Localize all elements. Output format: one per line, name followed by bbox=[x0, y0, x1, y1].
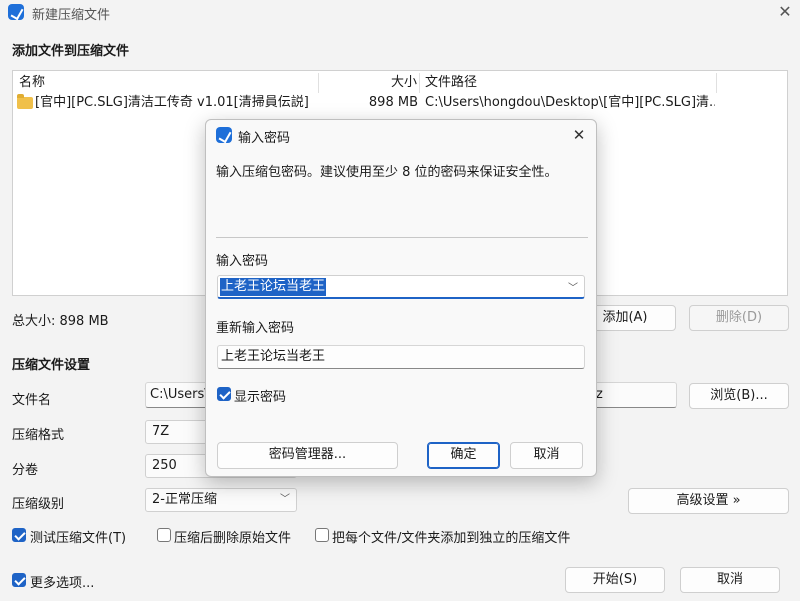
password-input[interactable]: 上老王论坛当老王 ﹀ bbox=[217, 275, 585, 299]
level-label: 压缩级别 bbox=[12, 497, 65, 512]
delete-after-label[interactable]: 压缩后删除原始文件 bbox=[174, 527, 291, 546]
format-label: 压缩格式 bbox=[12, 428, 65, 443]
password-manager-button[interactable]: 密码管理器... bbox=[217, 442, 398, 469]
chevron-down-icon: ﹀ bbox=[280, 494, 290, 505]
more-options-label[interactable]: 更多选项... bbox=[30, 572, 94, 591]
total-size: 总大小: 898 MB bbox=[12, 314, 109, 329]
level-select[interactable]: 2-正常压缩 ﹀ bbox=[145, 488, 297, 512]
file-row-path: C:\Users\hongdou\Desktop\[官中][PC.SLG]清..… bbox=[425, 95, 715, 110]
folder-icon bbox=[17, 94, 33, 109]
separate-archives-checkbox[interactable] bbox=[315, 528, 329, 542]
filename-tail: z bbox=[596, 387, 603, 402]
cancel-button[interactable]: 取消 bbox=[680, 567, 780, 593]
settings-heading: 压缩文件设置 bbox=[12, 358, 91, 373]
start-button[interactable]: 开始(S) bbox=[565, 567, 665, 593]
reenter-password-input[interactable]: 上老王论坛当老王 bbox=[217, 345, 585, 369]
volume-label: 分卷 bbox=[12, 463, 39, 478]
filename-value: C:\Users\ bbox=[150, 387, 209, 402]
show-password-checkbox[interactable] bbox=[217, 387, 231, 401]
level-value: 2-正常压缩 bbox=[152, 492, 217, 507]
delete-after-checkbox[interactable] bbox=[157, 528, 171, 542]
delete-button[interactable]: 删除(D) bbox=[689, 305, 789, 331]
chevron-down-icon[interactable]: ﹀ bbox=[568, 279, 578, 294]
browse-button[interactable]: 浏览(B)... bbox=[689, 383, 789, 409]
more-options-checkbox[interactable] bbox=[12, 573, 26, 587]
advanced-settings-button[interactable]: 高级设置 » bbox=[628, 488, 789, 514]
password-value: 上老王论坛当老王 bbox=[220, 278, 327, 296]
dialog-divider bbox=[216, 237, 588, 238]
reenter-password-value: 上老王论坛当老王 bbox=[221, 349, 326, 364]
dialog-title: 输入密码 bbox=[238, 131, 291, 146]
column-separator bbox=[318, 73, 319, 93]
dialog-description: 输入压缩包密码。建议使用至少 8 位的密码来保证安全性。 bbox=[216, 165, 558, 180]
column-name-header[interactable]: 名称 bbox=[19, 73, 45, 93]
file-row-size: 898 MB bbox=[368, 95, 418, 110]
column-size-header[interactable]: 大小 bbox=[391, 73, 417, 93]
reenter-password-label: 重新输入密码 bbox=[216, 321, 295, 336]
dialog-app-icon bbox=[216, 127, 232, 143]
password-dialog: 输入密码 ✕ 输入压缩包密码。建议使用至少 8 位的密码来保证安全性。 输入密码… bbox=[205, 119, 597, 477]
show-password-label[interactable]: 显示密码 bbox=[234, 386, 286, 405]
column-separator bbox=[716, 73, 717, 93]
filename-label: 文件名 bbox=[12, 393, 52, 408]
window-close-icon[interactable]: ✕ bbox=[770, 0, 800, 26]
column-path-header[interactable]: 文件路径 bbox=[425, 73, 477, 93]
volume-value: 250 bbox=[152, 458, 177, 473]
title-bar: 新建压缩文件 ✕ bbox=[0, 0, 800, 26]
separate-archives-label[interactable]: 把每个文件/文件夹添加到独立的压缩文件 bbox=[332, 527, 570, 546]
column-separator bbox=[419, 73, 420, 93]
dialog-close-icon[interactable]: ✕ bbox=[566, 124, 592, 146]
format-value: 7Z bbox=[152, 424, 170, 439]
app-icon bbox=[8, 4, 24, 20]
window-title: 新建压缩文件 bbox=[32, 8, 111, 23]
password-label: 输入密码 bbox=[216, 254, 269, 269]
test-archive-label[interactable]: 测试压缩文件(T) bbox=[30, 527, 126, 546]
test-archive-checkbox[interactable] bbox=[12, 528, 26, 542]
ok-button[interactable]: 确定 bbox=[427, 442, 500, 469]
add-files-heading: 添加文件到压缩文件 bbox=[12, 44, 130, 59]
file-row-name[interactable]: [官中][PC.SLG]清洁工传奇 v1.01[清掃員伝説] bbox=[35, 93, 317, 113]
dialog-cancel-button[interactable]: 取消 bbox=[510, 442, 583, 469]
